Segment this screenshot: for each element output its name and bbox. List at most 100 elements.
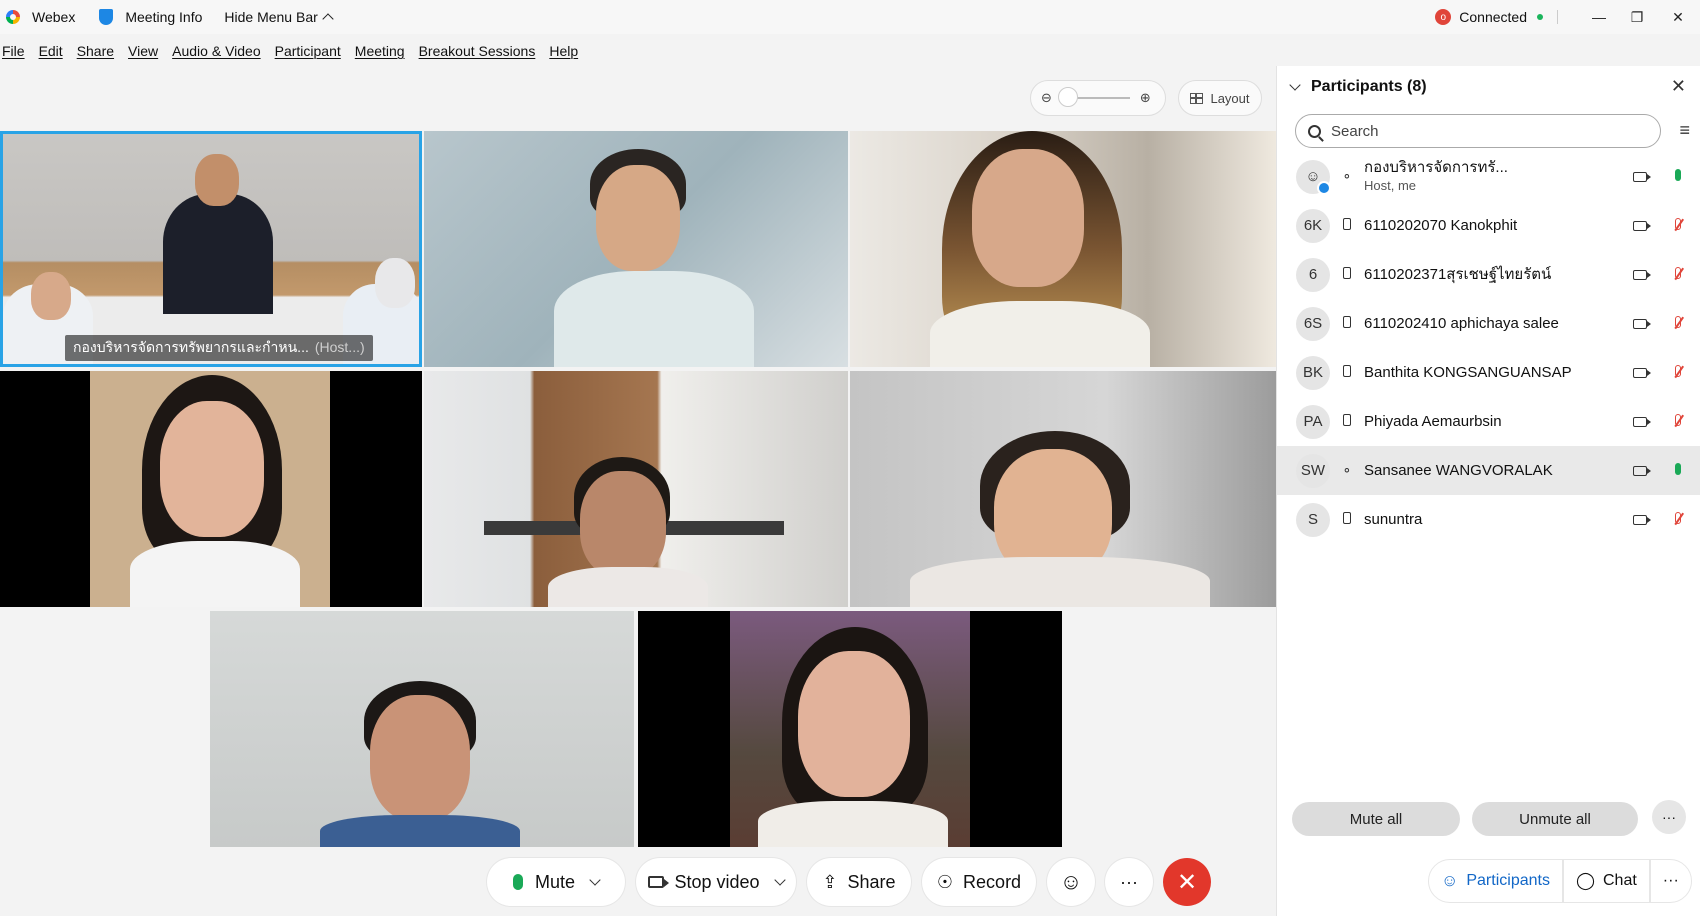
participant-silhouette bbox=[910, 557, 1210, 607]
participant-silhouette bbox=[930, 301, 1150, 367]
menu-bar: File Edit Share View Audio & Video Parti… bbox=[0, 34, 590, 68]
zoom-slider-handle[interactable] bbox=[1057, 87, 1078, 107]
meeting-info-button[interactable]: Meeting Info bbox=[113, 0, 208, 34]
menu-file[interactable]: File bbox=[2, 43, 31, 59]
microphone-muted-icon[interactable] bbox=[1675, 413, 1681, 426]
video-status-icon[interactable] bbox=[1633, 171, 1651, 182]
chevron-up-icon bbox=[322, 13, 334, 25]
chevron-down-icon[interactable] bbox=[773, 873, 786, 886]
mute-all-button[interactable]: Mute all bbox=[1292, 802, 1460, 836]
microphone-muted-icon[interactable] bbox=[1675, 364, 1681, 377]
reactions-button[interactable]: ☺ bbox=[1047, 858, 1095, 906]
microphone-muted-icon[interactable] bbox=[1675, 511, 1681, 524]
sort-icon[interactable]: ≡ bbox=[1679, 120, 1690, 141]
video-tile[interactable] bbox=[0, 371, 422, 607]
video-status-icon[interactable] bbox=[1633, 269, 1651, 280]
restore-button[interactable]: ❐ bbox=[1618, 0, 1656, 34]
avatar: SW bbox=[1296, 453, 1330, 488]
chevron-down-icon[interactable] bbox=[1289, 79, 1301, 91]
phone-icon bbox=[1340, 414, 1354, 429]
footer-more-button[interactable]: ··· bbox=[1649, 859, 1692, 903]
phone-icon bbox=[1340, 512, 1354, 527]
participant-row[interactable]: ☺ ⚬ กองบริหารจัดการทรั... Host, me bbox=[1277, 152, 1700, 201]
video-status-icon[interactable] bbox=[1633, 416, 1651, 427]
participants-title: Participants (8) bbox=[1311, 78, 1427, 95]
leave-meeting-button[interactable]: ✕ bbox=[1163, 858, 1211, 906]
microphone-on-icon[interactable] bbox=[1675, 168, 1681, 181]
connection-status-icon: o bbox=[1435, 9, 1452, 25]
video-tile[interactable] bbox=[850, 371, 1276, 607]
menu-share[interactable]: Share bbox=[77, 43, 120, 59]
video-tile[interactable] bbox=[638, 611, 1062, 847]
emoji-icon: ☺ bbox=[1059, 869, 1083, 894]
menu-breakout-sessions[interactable]: Breakout Sessions bbox=[419, 43, 542, 59]
stop-video-button[interactable]: Stop video bbox=[636, 858, 796, 906]
microphone-muted-icon[interactable] bbox=[1675, 266, 1681, 279]
zoom-in-icon[interactable]: ⊕ bbox=[1140, 90, 1151, 106]
meeting-info-icon[interactable] bbox=[99, 9, 114, 25]
chat-icon: ◯ bbox=[1575, 871, 1595, 890]
user-icon: ☺ bbox=[1305, 168, 1321, 185]
video-tile[interactable] bbox=[850, 131, 1276, 367]
close-window-button[interactable]: ✕ bbox=[1656, 0, 1700, 34]
participants-panel-header[interactable]: Participants (8) bbox=[1287, 78, 1427, 96]
microphone-muted-icon[interactable] bbox=[1675, 315, 1681, 328]
video-status-icon[interactable] bbox=[1633, 514, 1651, 525]
video-status-icon[interactable] bbox=[1633, 318, 1651, 329]
video-tile-host[interactable]: กองบริหารจัดการทรัพยากรและกำหน... (Host..… bbox=[0, 131, 422, 367]
mute-button[interactable]: Mute bbox=[487, 858, 625, 906]
participants-panel: Participants (8) ✕ Search ≡ ☺ ⚬ กองบริหา… bbox=[1276, 66, 1700, 916]
microphone-on-icon[interactable] bbox=[1675, 462, 1681, 475]
participant-list: ☺ ⚬ กองบริหารจัดการทรั... Host, me 6K 611… bbox=[1277, 152, 1700, 544]
participant-row[interactable]: SW ⚬ Sansanee WANGVORALAK bbox=[1277, 446, 1700, 495]
video-tile[interactable] bbox=[424, 371, 848, 607]
menu-view[interactable]: View bbox=[128, 43, 164, 59]
menu-help[interactable]: Help bbox=[549, 43, 584, 59]
participant-silhouette bbox=[548, 567, 708, 607]
participant-row[interactable]: 6 6110202371สุรเชษฐ์ไทยรัตน์ bbox=[1277, 250, 1700, 299]
more-options-button[interactable]: ··· bbox=[1105, 858, 1153, 906]
menu-edit[interactable]: Edit bbox=[39, 43, 69, 59]
headset-icon: ⚬ bbox=[1341, 168, 1353, 184]
participant-row[interactable]: 6S 6110202410 aphichaya salee bbox=[1277, 299, 1700, 348]
record-button[interactable]: ☉ Record bbox=[922, 858, 1036, 906]
menu-audio-video[interactable]: Audio & Video bbox=[172, 43, 266, 59]
participant-row[interactable]: PA Phiyada Aemaurbsin bbox=[1277, 397, 1700, 446]
video-status-icon[interactable] bbox=[1633, 220, 1651, 231]
video-name-tag: กองบริหารจัดการทรัพยากรและกำหน... (Host..… bbox=[65, 335, 373, 361]
menu-participant[interactable]: Participant bbox=[275, 43, 347, 59]
microphone-muted-icon[interactable] bbox=[1675, 217, 1681, 230]
tab-chat[interactable]: ◯ Chat bbox=[1562, 859, 1650, 903]
video-status-icon[interactable] bbox=[1633, 367, 1651, 378]
hide-menu-bar-button[interactable]: Hide Menu Bar bbox=[218, 0, 337, 34]
phone-icon bbox=[1340, 365, 1354, 380]
divider bbox=[1557, 10, 1558, 24]
menu-meeting[interactable]: Meeting bbox=[355, 43, 411, 59]
participant-head bbox=[580, 471, 666, 577]
zoom-slider[interactable] bbox=[1057, 87, 1130, 107]
zoom-out-icon[interactable]: ⊖ bbox=[1041, 90, 1052, 106]
chevron-down-icon[interactable] bbox=[589, 873, 601, 886]
panel-more-button[interactable]: ··· bbox=[1652, 800, 1686, 834]
video-tile[interactable] bbox=[424, 131, 848, 367]
avatar: ☺ bbox=[1296, 159, 1331, 195]
share-button[interactable]: ⇪ Share bbox=[807, 858, 911, 906]
tab-participants[interactable]: ☺ Participants bbox=[1428, 859, 1563, 903]
participant-silhouette bbox=[130, 541, 300, 607]
minimize-button[interactable]: — bbox=[1580, 0, 1618, 34]
video-status-icon[interactable] bbox=[1633, 465, 1651, 476]
participant-row[interactable]: 6K 6110202070 Kanokphit bbox=[1277, 201, 1700, 250]
participant-row[interactable]: BK Banthita KONGSANGUANSAP bbox=[1277, 348, 1700, 397]
phone-icon bbox=[1340, 316, 1354, 331]
close-panel-icon[interactable]: ✕ bbox=[1671, 76, 1686, 97]
phone-icon bbox=[1340, 218, 1354, 233]
search-input[interactable]: Search bbox=[1295, 114, 1661, 148]
video-zoom-control: ⊖ ⊕ bbox=[1030, 80, 1166, 116]
participant-silhouette bbox=[163, 194, 273, 314]
layout-button[interactable]: Layout bbox=[1178, 80, 1262, 116]
participant-row[interactable]: S sununtra bbox=[1277, 495, 1700, 544]
unmute-all-button[interactable]: Unmute all bbox=[1472, 802, 1638, 836]
headset-icon: ⚬ bbox=[1341, 462, 1353, 478]
video-tile[interactable] bbox=[210, 611, 634, 847]
camera-icon bbox=[648, 876, 670, 888]
